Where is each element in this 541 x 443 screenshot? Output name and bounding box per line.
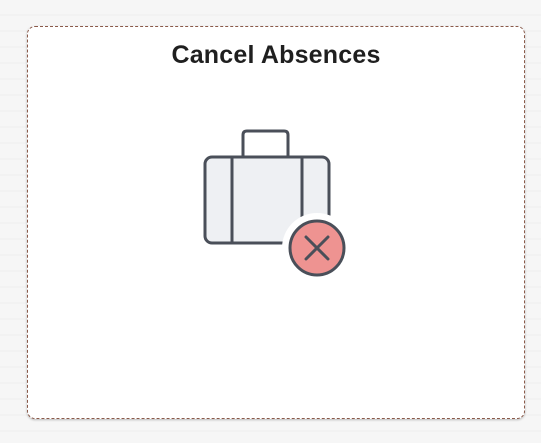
tile-title: Cancel Absences (171, 41, 381, 69)
cancel-badge-icon (282, 213, 352, 283)
cancel-absences-tile[interactable]: Cancel Absences (27, 26, 525, 419)
briefcase-cancel-icon (199, 128, 359, 288)
